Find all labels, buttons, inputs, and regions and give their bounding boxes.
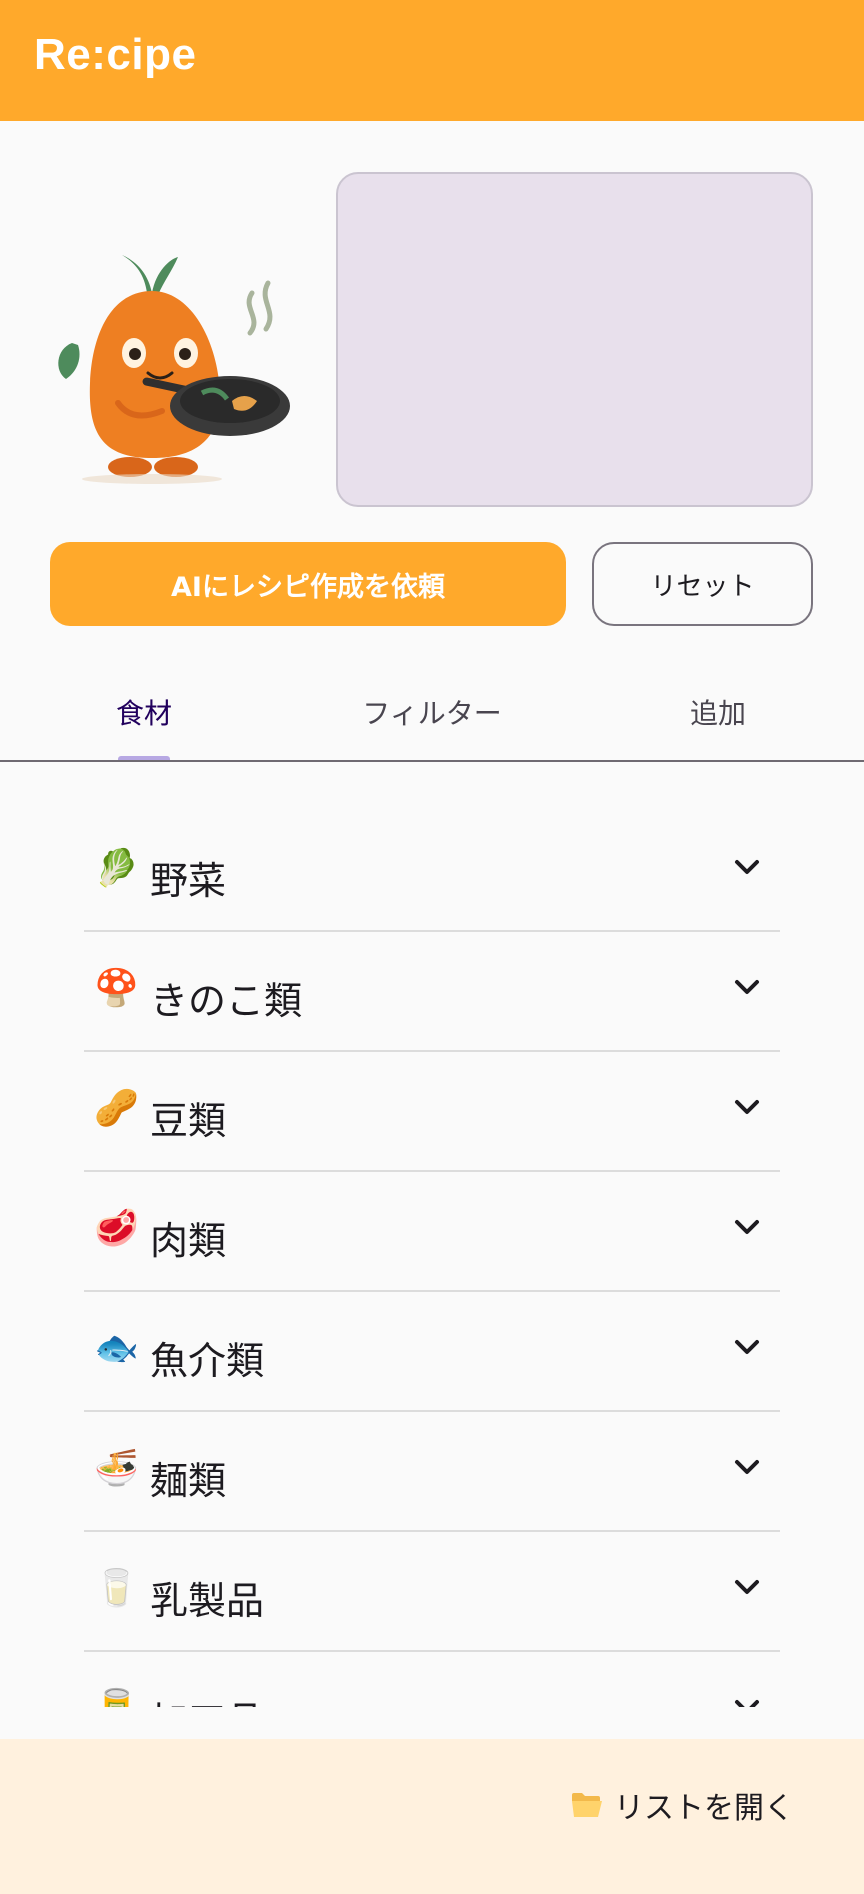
category-label: 豆類 — [150, 1099, 227, 1143]
canned-food-icon: 🥫 — [94, 1688, 139, 1707]
tab-bar: 食材 フィルター 追加 — [0, 662, 864, 762]
chevron-down-icon[interactable] — [732, 1216, 762, 1238]
app-title: Re:cipe — [34, 30, 197, 79]
chevron-down-icon[interactable] — [732, 1336, 762, 1358]
open-list-button[interactable]: リストを開く — [570, 1781, 794, 1829]
app-bar: Re:cipe — [0, 0, 864, 121]
category-label: 肉類 — [150, 1219, 227, 1263]
leafy-greens-icon: 🥬 — [94, 848, 139, 889]
fish-icon: 🐟 — [94, 1328, 139, 1369]
chevron-down-icon[interactable] — [732, 1696, 762, 1707]
mushroom-icon: 🍄 — [94, 968, 139, 1009]
recipe-result-panel — [336, 172, 813, 507]
chevron-down-icon[interactable] — [732, 976, 762, 998]
tab-divider — [0, 760, 864, 762]
meat-icon: 🥩 — [94, 1208, 139, 1249]
peanut-icon: 🥜 — [94, 1088, 139, 1129]
chevron-down-icon[interactable] — [732, 1096, 762, 1118]
tab-add[interactable]: 追加 — [640, 662, 796, 760]
category-label: 野菜 — [150, 859, 227, 903]
category-item-seafood[interactable]: 🐟 魚介類 — [84, 1292, 780, 1412]
bottom-bar: リストを開く — [0, 1739, 864, 1894]
ai-request-button[interactable]: AIにレシピ作成を依頼 — [50, 542, 566, 626]
category-label: 麺類 — [150, 1459, 227, 1503]
open-list-label: リストを開く — [614, 1791, 794, 1826]
tab-ingredients[interactable]: 食材 — [60, 662, 228, 760]
tab-filter[interactable]: フィルター — [322, 662, 542, 760]
milk-glass-icon: 🥛 — [94, 1568, 139, 1609]
category-item-processed[interactable]: 🥫 加工品 — [84, 1652, 780, 1707]
category-label: 加工品 — [150, 1690, 264, 1707]
category-item-meat[interactable]: 🥩 肉類 — [84, 1172, 780, 1292]
category-label: きのこ類 — [150, 979, 303, 1023]
chevron-down-icon[interactable] — [732, 856, 762, 878]
category-item-mushrooms[interactable]: 🍄 きのこ類 — [84, 932, 780, 1052]
folder-open-icon — [572, 1793, 602, 1817]
chevron-down-icon[interactable] — [732, 1576, 762, 1598]
category-list: 🥬 野菜 🍄 きのこ類 🥜 豆類 🥩 肉類 🐟 魚介類 🍜 麺類 🥛 乳製品 🥫… — [84, 812, 780, 1707]
chevron-down-icon[interactable] — [732, 1456, 762, 1478]
category-item-beans[interactable]: 🥜 豆類 — [84, 1052, 780, 1172]
reset-button[interactable]: リセット — [592, 542, 813, 626]
noodle-bowl-icon: 🍜 — [94, 1448, 139, 1489]
category-item-noodles[interactable]: 🍜 麺類 — [84, 1412, 780, 1532]
carrot-chef-mascot-illustration — [58, 255, 290, 484]
category-label: 乳製品 — [150, 1579, 265, 1623]
category-item-vegetables[interactable]: 🥬 野菜 — [84, 812, 780, 932]
category-label: 魚介類 — [150, 1339, 265, 1383]
category-item-dairy[interactable]: 🥛 乳製品 — [84, 1532, 780, 1652]
